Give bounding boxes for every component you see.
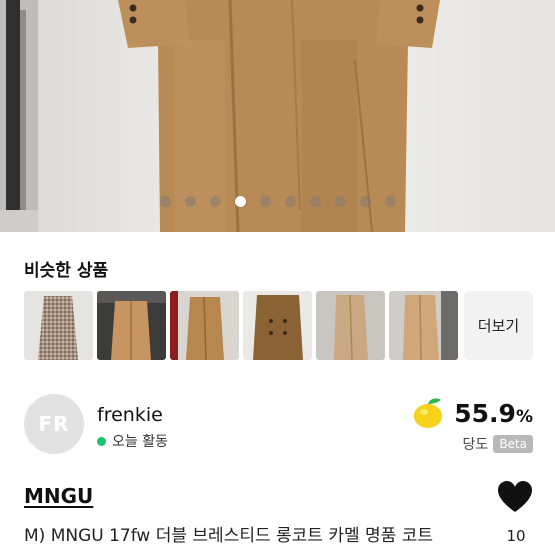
lemon-icon bbox=[414, 398, 443, 428]
more-similar-button[interactable]: 더보기 bbox=[464, 291, 533, 360]
carousel-dot[interactable] bbox=[209, 196, 221, 207]
seller-activity-status: 오늘 활동 bbox=[97, 431, 168, 451]
carousel-indicator bbox=[0, 196, 555, 207]
similar-product-thumb[interactable] bbox=[24, 291, 93, 360]
carousel-dot[interactable] bbox=[159, 196, 171, 207]
product-photo-carousel[interactable] bbox=[0, 0, 555, 232]
sweetness-score[interactable]: 55.9% bbox=[410, 396, 533, 430]
similar-product-thumb[interactable] bbox=[97, 291, 166, 360]
similar-product-thumb[interactable] bbox=[389, 291, 458, 360]
like-count: 10 bbox=[506, 527, 526, 545]
brand-link[interactable]: MNGU bbox=[24, 484, 93, 508]
similar-product-thumb[interactable] bbox=[316, 291, 385, 360]
carousel-dot[interactable] bbox=[184, 196, 196, 207]
carousel-dot[interactable] bbox=[309, 196, 321, 207]
activity-label: 오늘 활동 bbox=[112, 434, 168, 450]
sweetness-value: 55.9% bbox=[454, 398, 533, 428]
carousel-dot-active[interactable] bbox=[234, 196, 246, 207]
online-status-dot bbox=[97, 436, 106, 446]
carousel-dot[interactable] bbox=[384, 196, 396, 207]
sweetness-label: 당도 bbox=[462, 437, 489, 453]
like-button[interactable] bbox=[497, 480, 533, 518]
seller-name[interactable]: frenkie bbox=[97, 404, 163, 426]
similar-product-thumb[interactable] bbox=[170, 291, 239, 360]
carousel-dot[interactable] bbox=[259, 196, 271, 207]
beta-badge: Beta bbox=[493, 435, 533, 453]
similar-products-list bbox=[24, 291, 458, 360]
carousel-dot[interactable] bbox=[284, 196, 296, 207]
heart-icon bbox=[498, 481, 532, 512]
sweetness-label-row: 당도 Beta bbox=[463, 434, 533, 454]
seller-avatar[interactable]: FR bbox=[24, 394, 84, 454]
similar-products-heading: 비슷한 상품 bbox=[24, 261, 109, 281]
carousel-dot[interactable] bbox=[334, 196, 346, 207]
product-title: M) MNGU 17fw 더블 브레스티드 롱코트 카멜 명품 코트 bbox=[24, 526, 433, 546]
carousel-dot[interactable] bbox=[359, 196, 371, 207]
similar-product-thumb[interactable] bbox=[243, 291, 312, 360]
